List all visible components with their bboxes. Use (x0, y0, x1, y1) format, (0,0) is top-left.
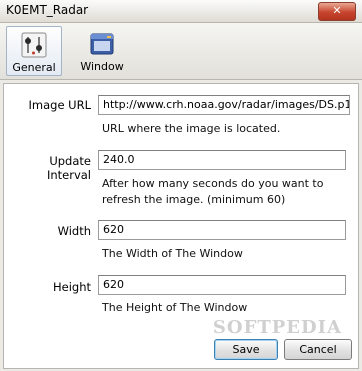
general-settings-icon (21, 32, 47, 58)
window-title: K0EMT_Radar (6, 3, 89, 17)
dialog-window: K0EMT_Radar ✕ General Window Image URL h… (0, 0, 362, 371)
tab-general[interactable]: General (6, 26, 62, 76)
width-input[interactable]: 620 (98, 220, 346, 240)
image-url-hint: URL where the image is located. (102, 122, 281, 135)
toolbar: General Window (0, 23, 362, 80)
cancel-button[interactable]: Cancel (284, 339, 352, 360)
width-label: Width (57, 224, 91, 238)
save-button[interactable]: Save (214, 339, 278, 360)
tab-window-label: Window (80, 60, 124, 73)
update-interval-hint-line2: refresh the image. (minimum 60) (102, 193, 286, 206)
tab-general-label: General (12, 61, 56, 74)
image-url-input[interactable]: http://www.crh.noaa.gov/radar/images/DS.… (98, 95, 350, 115)
close-icon: ✕ (332, 4, 342, 17)
window-icon (90, 33, 114, 55)
softpedia-watermark: SOFTPEDIA (212, 317, 342, 338)
width-hint: The Width of The Window (102, 247, 243, 260)
height-input[interactable]: 620 (98, 275, 346, 295)
update-interval-hint-line1: After how many seconds do you want to (102, 177, 324, 190)
update-interval-label: Update Interval (46, 154, 91, 182)
height-label: Height (52, 280, 91, 294)
title-bar[interactable]: K0EMT_Radar ✕ (0, 0, 362, 23)
close-button[interactable]: ✕ (318, 2, 356, 21)
update-interval-input[interactable]: 240.0 (98, 150, 346, 170)
image-url-label: Image URL (28, 98, 92, 112)
height-hint: The Height of The Window (102, 301, 248, 314)
tab-window[interactable]: Window (76, 26, 128, 76)
